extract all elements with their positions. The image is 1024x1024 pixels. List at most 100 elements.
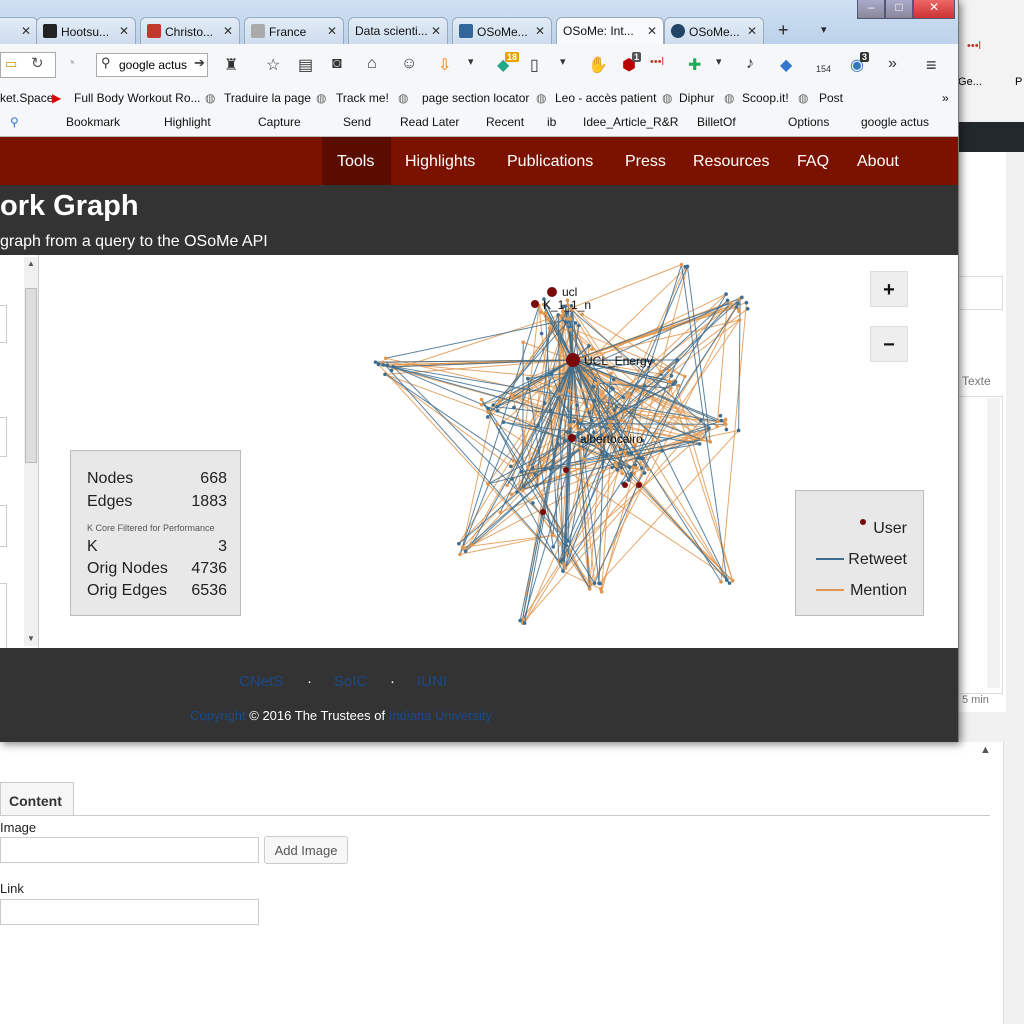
graph-node[interactable]	[546, 317, 551, 322]
graph-node[interactable]	[389, 368, 394, 373]
zoom-in-button[interactable]: +	[870, 271, 908, 307]
graph-node[interactable]	[575, 403, 579, 407]
graph-node[interactable]	[715, 419, 720, 424]
options-button[interactable]: Options	[788, 115, 829, 129]
hand-icon[interactable]: ✋	[588, 55, 608, 75]
tab-osome-3[interactable]: OSoMe... ✕	[664, 17, 764, 44]
graph-node[interactable]	[744, 300, 749, 305]
graph-node[interactable]	[563, 566, 568, 570]
graph-node[interactable]	[593, 373, 598, 377]
graph-node[interactable]	[495, 409, 500, 413]
graph-node[interactable]	[699, 437, 704, 442]
user-node[interactable]	[568, 434, 576, 442]
graph-node[interactable]	[536, 423, 540, 428]
graph-node[interactable]	[563, 438, 567, 443]
graph-node[interactable]	[675, 358, 680, 362]
graph-node[interactable]	[660, 448, 665, 453]
nav-faq[interactable]: FAQ	[797, 153, 829, 171]
graph-node[interactable]	[634, 465, 639, 470]
nav-resources[interactable]: Resources	[693, 153, 769, 171]
reader-icon[interactable]: ▤	[298, 55, 313, 75]
graph-node[interactable]	[724, 292, 728, 296]
graph-node[interactable]	[591, 384, 596, 389]
copyright-link[interactable]: Copyright	[190, 708, 246, 723]
bookmark-button[interactable]: Bookmark	[66, 115, 120, 129]
google-actus-bookmark[interactable]: google actus	[861, 115, 929, 129]
graph-node[interactable]	[457, 541, 461, 546]
graph-node[interactable]	[609, 427, 614, 431]
graph-node[interactable]	[736, 428, 741, 433]
graph-node[interactable]	[566, 538, 570, 543]
minimize-button[interactable]: –	[857, 0, 885, 19]
bookmark-item[interactable]: Traduire la page	[224, 91, 311, 105]
graph-node[interactable]	[619, 418, 624, 423]
graph-node[interactable]	[574, 411, 579, 416]
bookmark-item[interactable]: Leo - accès patient	[555, 91, 656, 105]
graph-node[interactable]	[501, 420, 506, 424]
graph-node[interactable]	[639, 466, 644, 470]
graph-node[interactable]	[740, 295, 744, 300]
dropdown-icon[interactable]: ▾	[468, 55, 474, 68]
graph-node[interactable]	[715, 424, 719, 428]
graph-node[interactable]	[548, 408, 553, 413]
scrollbar-thumb[interactable]	[25, 288, 37, 463]
graph-node[interactable]	[719, 580, 723, 584]
maximize-button[interactable]: □	[885, 0, 913, 19]
node-label-albertocairo[interactable]: albertocairo	[580, 432, 643, 446]
graph-node[interactable]	[611, 377, 616, 382]
graph-node[interactable]	[626, 451, 631, 455]
clipboard-icon[interactable]: ▯	[530, 55, 539, 75]
tab-list-icon[interactable]: ▾	[821, 23, 827, 36]
date-input[interactable]	[0, 417, 7, 457]
bookmark-item[interactable]: Post	[819, 91, 843, 105]
graph-node[interactable]	[626, 478, 631, 483]
graph-node[interactable]	[632, 471, 636, 476]
graph-node[interactable]	[556, 441, 560, 446]
background-title-input[interactable]	[955, 276, 1003, 310]
graph-node[interactable]	[671, 382, 676, 386]
graph-node[interactable]	[683, 374, 687, 379]
overflow-icon[interactable]: »	[888, 55, 897, 73]
graph-node[interactable]	[519, 470, 524, 474]
graph-node[interactable]	[618, 447, 623, 452]
graph-node[interactable]	[376, 362, 381, 367]
graph-node[interactable]	[592, 398, 597, 403]
graph-node[interactable]	[708, 440, 713, 444]
graph-node[interactable]	[564, 543, 568, 548]
graph-node[interactable]	[697, 442, 702, 446]
bookmark-item[interactable]: Track me!	[336, 91, 389, 105]
graph-node[interactable]	[495, 405, 499, 409]
graph-node[interactable]	[518, 618, 522, 623]
user-node[interactable]	[547, 287, 557, 297]
tab-hootsuite[interactable]: Hootsu... ✕	[36, 17, 136, 44]
university-link[interactable]: Indiana University	[389, 708, 492, 723]
highlight-button[interactable]: Highlight	[164, 115, 211, 129]
graph-node[interactable]	[587, 410, 592, 415]
graph-node[interactable]	[745, 307, 750, 311]
graph-node[interactable]	[522, 621, 527, 625]
graph-node[interactable]	[505, 483, 509, 488]
graph-node[interactable]	[621, 395, 626, 400]
graph-node[interactable]	[550, 533, 555, 538]
bookmark-item[interactable]: Full Body Workout Ro...	[74, 91, 201, 105]
chat-icon[interactable]: ☺	[401, 55, 417, 73]
graph-node[interactable]	[587, 587, 592, 591]
leaf-icon[interactable]: ♪	[746, 55, 754, 73]
new-tab-button[interactable]: +	[778, 20, 789, 41]
graph-node[interactable]	[568, 327, 573, 332]
overflow-icon[interactable]: »	[942, 91, 949, 105]
graph-node[interactable]	[495, 422, 499, 426]
graph-node[interactable]	[727, 581, 732, 585]
node-label-ucl[interactable]: ucl	[562, 285, 577, 299]
graph-node[interactable]	[577, 323, 581, 328]
bookmark-item[interactable]: ket.Space	[0, 91, 53, 105]
graph-node[interactable]	[667, 368, 671, 373]
graph-node[interactable]	[679, 262, 684, 267]
graph-node[interactable]	[676, 383, 681, 388]
query-input[interactable]	[0, 305, 7, 343]
graph-node[interactable]	[573, 321, 578, 325]
graph-node[interactable]	[463, 549, 468, 554]
graph-node[interactable]	[509, 464, 513, 469]
tab-christo[interactable]: Christo... ✕	[140, 17, 240, 44]
graph-node[interactable]	[522, 484, 526, 489]
